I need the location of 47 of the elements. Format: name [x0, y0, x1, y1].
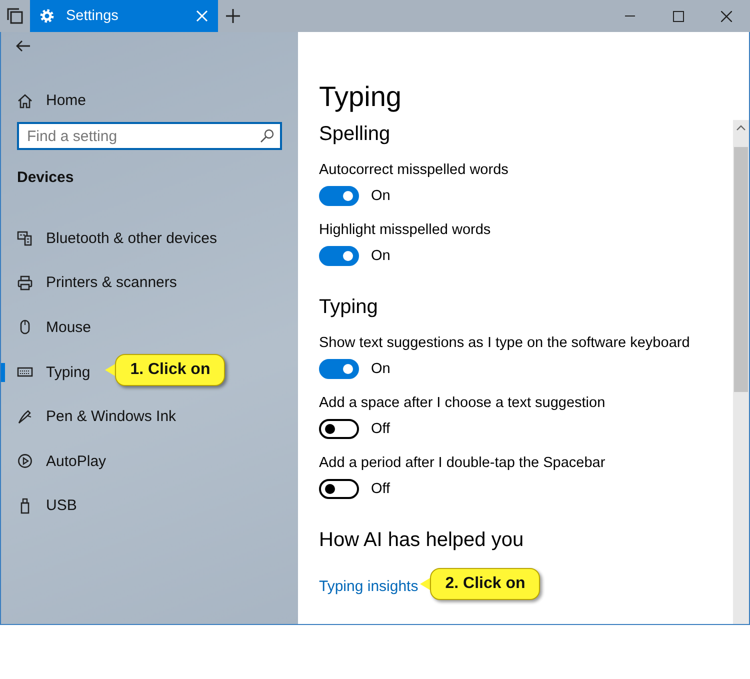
- link[interactable]: Typing insights: [319, 578, 418, 594]
- setting-label: Add a period after I double-tap the Spacebar: [319, 455, 606, 471]
- section-heading: Spelling: [319, 123, 392, 146]
- toggle-state: Off: [371, 421, 390, 437]
- section-heading: Devices: [17, 169, 75, 186]
- nav-item[interactable]: Pen & Windows Ink: [46, 408, 176, 426]
- home-link[interactable]: Home: [46, 92, 86, 109]
- scrollbar[interactable]: [733, 120, 749, 624]
- devices-icon: [17, 230, 33, 246]
- close-icon[interactable]: [720, 10, 732, 22]
- toggle-switch[interactable]: [319, 479, 359, 499]
- nav-item[interactable]: Typing: [46, 364, 90, 381]
- setting-label: Add a space after I choose a text suggestion: [319, 395, 606, 411]
- home-icon: [17, 92, 33, 108]
- maximize-icon[interactable]: [672, 10, 684, 22]
- new-tab-icon[interactable]: [226, 9, 240, 23]
- setting-label: Autocorrect misspelled words: [319, 162, 510, 178]
- search-icon[interactable]: [260, 129, 274, 143]
- toggle-switch[interactable]: [319, 246, 359, 266]
- toggle-state: Off: [371, 481, 390, 497]
- nav-item[interactable]: Printers & scanners: [46, 274, 177, 292]
- page-title: Typing: [319, 81, 402, 113]
- section-heading: Typing: [319, 296, 379, 319]
- tab-title: Settings: [66, 8, 120, 24]
- setting-label: Highlight misspelled words: [319, 222, 492, 238]
- section-heading: How AI has helped you: [319, 529, 525, 552]
- play-icon: [17, 453, 33, 470]
- toggle-state: On: [371, 361, 390, 377]
- nav-item[interactable]: USB: [46, 497, 77, 514]
- printer-icon: [17, 274, 33, 291]
- search-field[interactable]: Find a setting: [17, 122, 282, 150]
- scroll-up-icon[interactable]: [736, 124, 746, 132]
- minimize-icon[interactable]: [625, 15, 635, 17]
- toggle-switch[interactable]: [319, 419, 359, 439]
- pen-icon: [17, 408, 33, 425]
- back-arrow-icon[interactable]: [15, 38, 31, 54]
- settings-icon: [40, 9, 54, 23]
- toggle-state: On: [371, 188, 390, 204]
- setting-label: Show text suggestions as I type on the software keyboard: [319, 335, 691, 351]
- nav-item[interactable]: Bluetooth & other devices: [46, 230, 217, 247]
- app-icon[interactable]: [7, 8, 23, 24]
- browser-tab[interactable]: Settings: [30, 0, 218, 32]
- toggle-switch[interactable]: [319, 186, 359, 206]
- toggle-switch[interactable]: [319, 359, 359, 379]
- nav-item[interactable]: Mouse: [46, 318, 92, 336]
- nav-item[interactable]: AutoPlay: [46, 452, 106, 470]
- toggle-state: On: [371, 248, 390, 264]
